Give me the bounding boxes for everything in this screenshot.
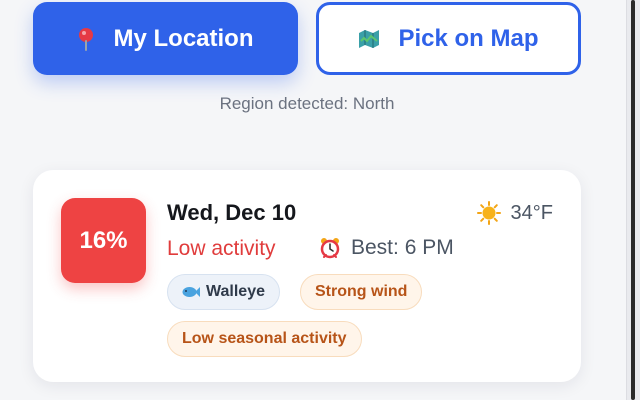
pin-icon [77,27,95,51]
species-chip[interactable]: Walleye [167,274,280,310]
my-location-label: My Location [113,24,254,52]
region-detected-text: Region detected: North [219,94,395,113]
forecast-card[interactable]: 16% Wed, Dec 10 34°F Low activity Best: … [33,170,581,382]
scrollbar-thumb[interactable] [631,0,635,400]
pick-on-map-button[interactable]: Pick on Map [316,2,581,75]
my-location-button[interactable]: My Location [33,2,298,75]
low-seasonal-activity-chip[interactable]: Low seasonal activity [167,321,362,357]
map-icon [358,29,380,49]
fish-icon [182,285,200,299]
app-page: My Location Pick on Map Region detected:… [0,0,640,400]
activity-score-badge: 16% [61,198,146,283]
best-time-label: Best: 6 PM [351,236,454,259]
best-time: Best: 6 PM [319,236,454,260]
activity-level: Low activity [167,237,276,260]
alarm-clock-icon [319,237,341,259]
weather-summary: 34°F [476,201,553,225]
forecast-date: Wed, Dec 10 [167,200,297,225]
temperature-value: 34°F [510,201,553,224]
species-label: Walleye [206,283,265,300]
sun-icon [476,201,501,225]
strong-wind-chip[interactable]: Strong wind [300,274,423,310]
pick-on-map-label: Pick on Map [398,24,539,52]
